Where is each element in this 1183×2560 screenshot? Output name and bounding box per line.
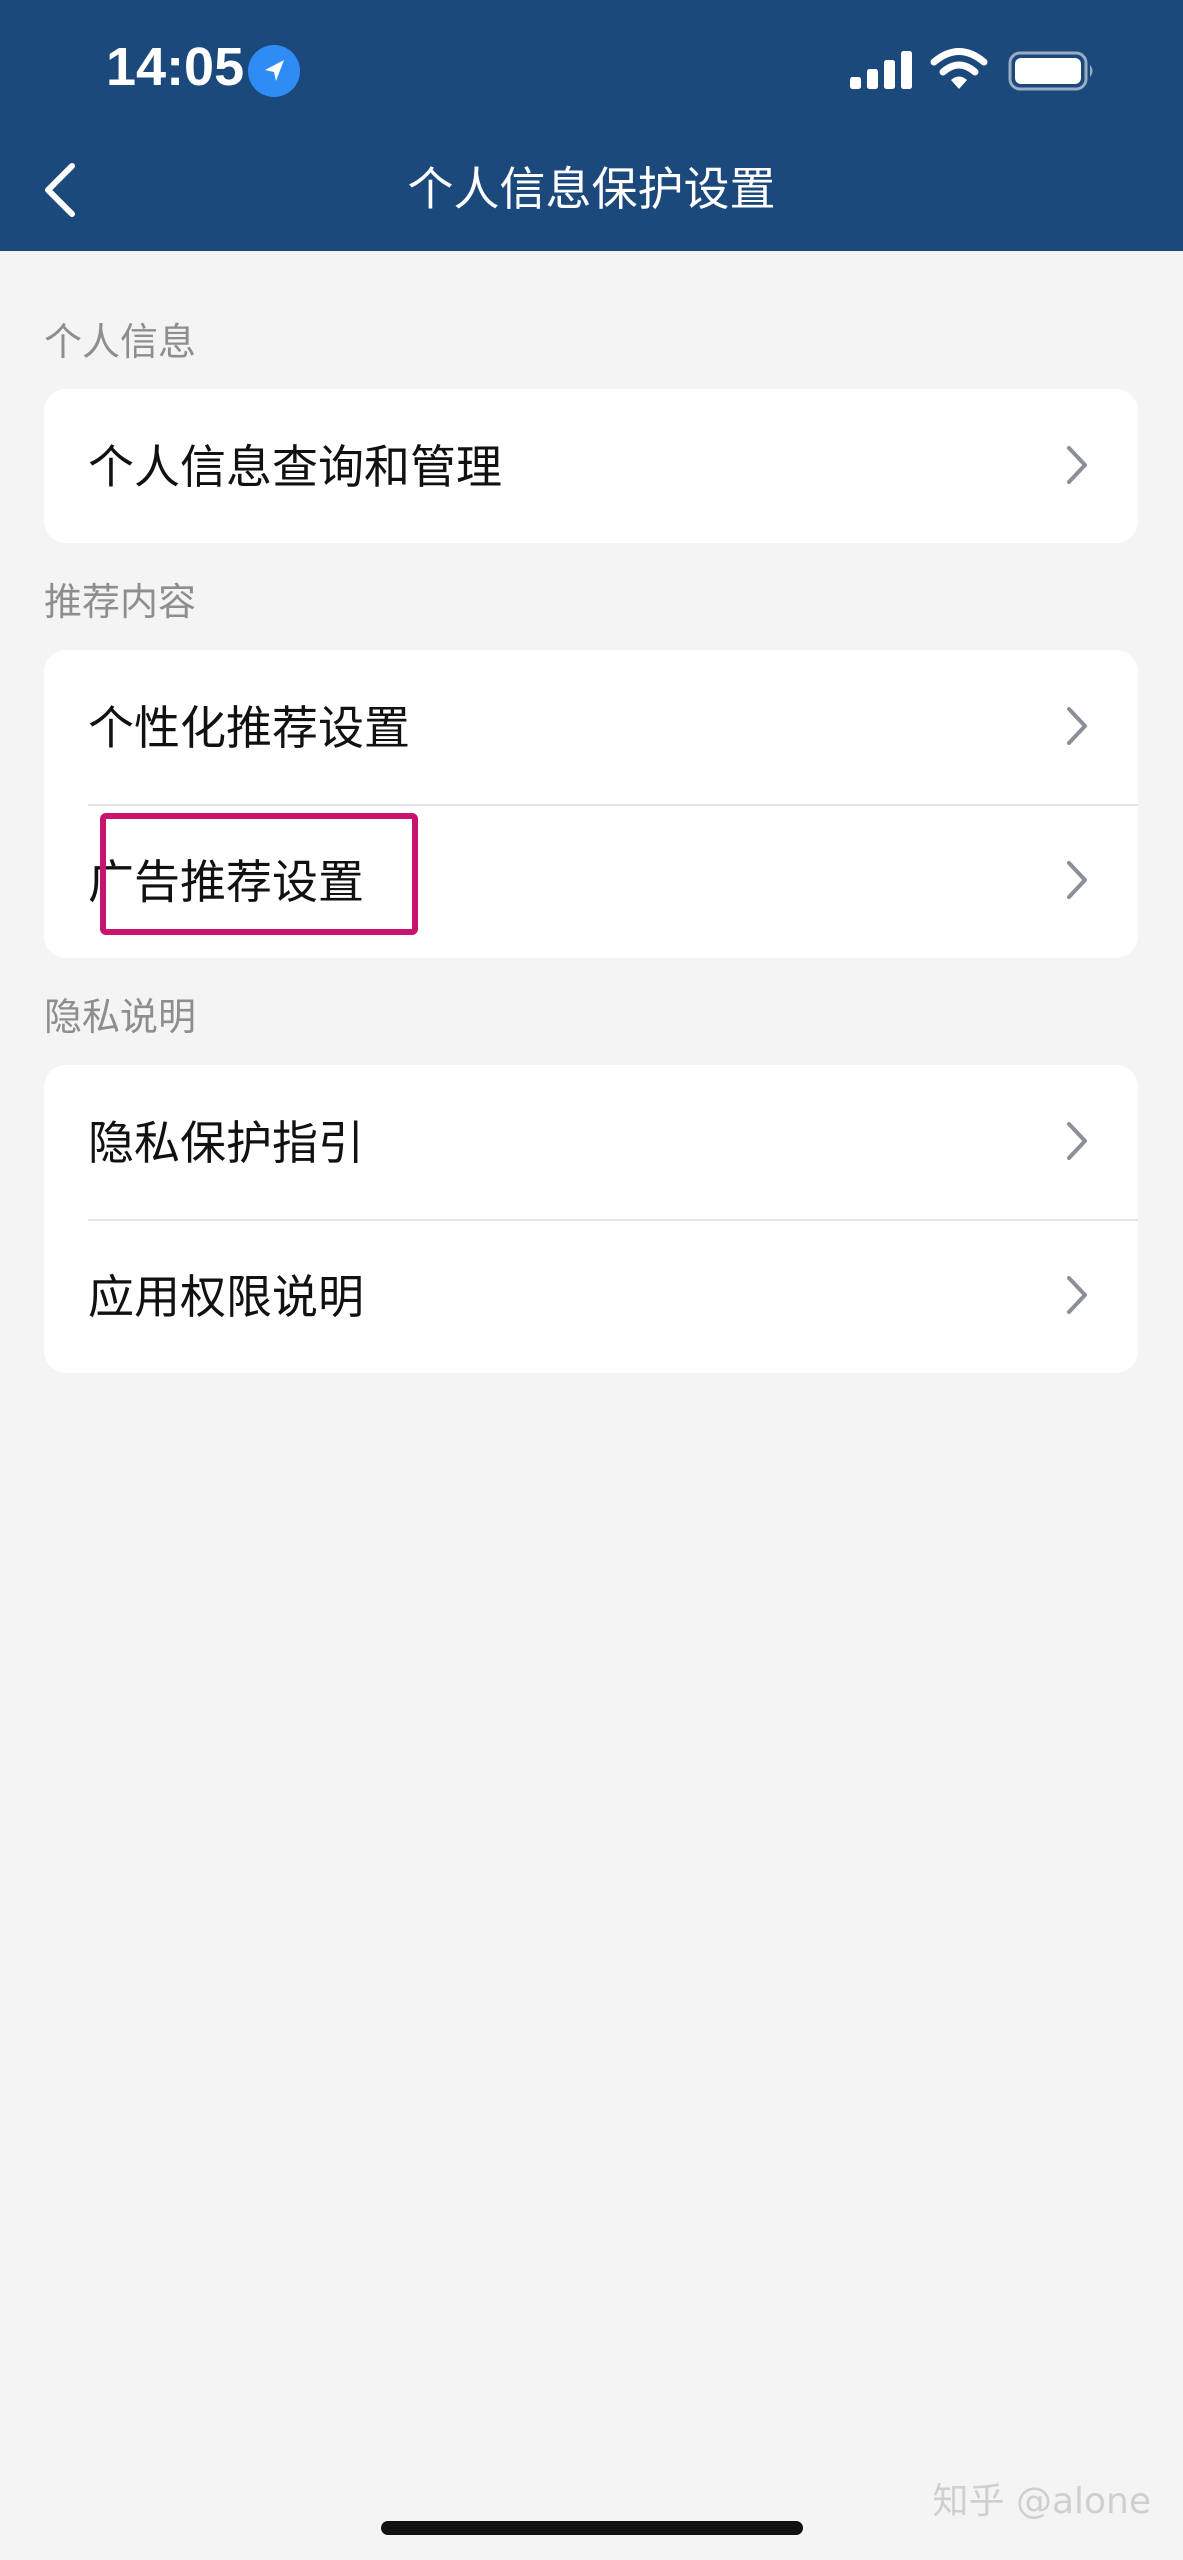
list-item-label: 个人信息查询和管理 bbox=[88, 440, 502, 494]
nav-header: 14:05 个人信息保护设置 bbox=[0, 0, 1183, 251]
list-item-label: 隐私保护指引 bbox=[88, 1116, 364, 1170]
card-personal-info: 个人信息查询和管理 bbox=[44, 389, 1138, 543]
page-title: 个人信息保护设置 bbox=[407, 162, 776, 216]
section-label-recommend: 推荐内容 bbox=[44, 580, 197, 624]
status-time: 14:05 bbox=[106, 37, 245, 97]
highlight-box bbox=[100, 813, 418, 935]
signal-icon bbox=[850, 51, 912, 89]
home-indicator[interactable] bbox=[381, 2521, 803, 2535]
chevron-right-icon bbox=[1064, 1120, 1090, 1162]
list-item-app-permissions[interactable]: 应用权限说明 bbox=[44, 1219, 1138, 1373]
watermark: 知乎 @alone bbox=[932, 2481, 1152, 2522]
chevron-right-icon bbox=[1064, 859, 1090, 901]
chevron-right-icon bbox=[1064, 705, 1090, 747]
list-item-privacy-guide[interactable]: 隐私保护指引 bbox=[44, 1065, 1138, 1219]
location-arrow-icon bbox=[248, 45, 300, 97]
section-label-personal-info: 个人信息 bbox=[44, 320, 197, 364]
section-label-privacy: 隐私说明 bbox=[44, 995, 197, 1039]
list-item-label: 个性化推荐设置 bbox=[88, 701, 410, 755]
list-item-label: 应用权限说明 bbox=[88, 1270, 364, 1324]
list-item-personal-info-query[interactable]: 个人信息查询和管理 bbox=[44, 389, 1138, 543]
card-privacy: 隐私保护指引 应用权限说明 bbox=[44, 1065, 1138, 1373]
chevron-right-icon bbox=[1064, 444, 1090, 486]
chevron-right-icon bbox=[1064, 1274, 1090, 1316]
battery-icon bbox=[1008, 51, 1096, 91]
list-item-personalized-recommend[interactable]: 个性化推荐设置 bbox=[44, 650, 1138, 804]
wifi-icon bbox=[930, 47, 988, 91]
